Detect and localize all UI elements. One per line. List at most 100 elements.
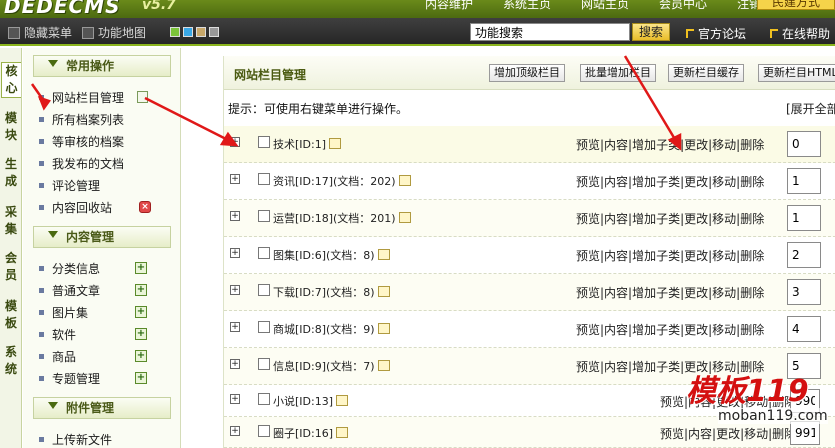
sidebar-item-my-docs[interactable]: 我发布的文档 (39, 155, 124, 172)
sidebar-item-upload[interactable]: 上传新文件 (39, 431, 112, 448)
category-name[interactable]: 下载[ID:7](文档：8) (273, 284, 390, 300)
section-common-ops[interactable]: 常用操作 (33, 55, 171, 77)
expand-icon[interactable]: + (230, 394, 240, 404)
sort-order-input[interactable] (787, 316, 821, 342)
row-checkbox[interactable] (258, 173, 270, 185)
update-html-button[interactable]: 更新栏目HTML (758, 64, 835, 82)
expand-all-link[interactable]: [展开全部 (786, 100, 835, 117)
edit-icon[interactable] (377, 323, 390, 334)
category-name[interactable]: 信息[ID:9](文档：7) (273, 358, 390, 374)
row-actions[interactable]: 预览|内容|更改|移动|删除 (660, 425, 796, 442)
edit-icon[interactable] (398, 212, 411, 223)
expand-icon[interactable]: + (230, 174, 240, 184)
edit-icon[interactable] (336, 427, 349, 438)
section-attachments[interactable]: 附件管理 (33, 397, 171, 419)
sidebar-item-category-manage[interactable]: 网站栏目管理 (39, 89, 124, 106)
sidebar-item-pending-archives[interactable]: 等审核的档案 (39, 133, 124, 150)
sidebar-item-classified[interactable]: 分类信息 (39, 260, 100, 277)
add-icon[interactable]: + (135, 306, 147, 318)
document-icon[interactable] (137, 91, 148, 103)
update-cache-button[interactable]: 更新栏目缓存 (668, 64, 744, 82)
nav-site-home[interactable]: 网站主页 (566, 0, 644, 10)
add-icon[interactable]: + (135, 262, 147, 274)
row-actions[interactable]: 预览|内容|增加子类|更改|移动|删除 (576, 284, 764, 301)
category-name[interactable]: 运营[ID:18](文档：201) (273, 210, 411, 226)
theme-swatch-green[interactable] (170, 27, 180, 37)
category-name[interactable]: 商城[ID:8](文档：9) (273, 321, 390, 337)
expand-icon[interactable]: + (230, 359, 240, 369)
sidebar-item-topics[interactable]: 专题管理 (39, 370, 100, 387)
edit-icon[interactable] (336, 395, 349, 406)
expand-icon[interactable]: + (230, 426, 240, 436)
expand-icon[interactable]: + (230, 211, 240, 221)
edit-icon[interactable] (377, 360, 390, 371)
sidebar-item-products[interactable]: 商品 (39, 348, 76, 365)
row-checkbox[interactable] (258, 136, 270, 148)
sidebar-item-comments[interactable]: 评论管理 (39, 177, 100, 194)
section-content-manage[interactable]: 内容管理 (33, 226, 171, 248)
category-name[interactable]: 技术[ID:1] (273, 136, 342, 152)
sort-order-input[interactable] (787, 279, 821, 305)
batch-add-category-button[interactable]: 批量增加栏目 (580, 64, 656, 82)
forum-link[interactable]: 官方论坛 (686, 25, 746, 42)
nav-system-home[interactable]: 系统主页 (488, 0, 566, 10)
row-checkbox[interactable] (258, 425, 270, 437)
hide-menu-button[interactable]: 隐藏菜单 (8, 24, 72, 41)
tab-collect[interactable]: 采集 (1, 204, 21, 238)
category-name[interactable]: 小说[ID:13] (273, 393, 349, 409)
row-checkbox[interactable] (258, 321, 270, 333)
site-map-button[interactable]: 功能地图 (82, 24, 146, 41)
sort-order-input[interactable] (787, 242, 821, 268)
expand-icon[interactable]: + (230, 137, 240, 147)
row-checkbox[interactable] (258, 210, 270, 222)
highlight-button[interactable]: 民建方式 (757, 0, 835, 10)
sidebar-item-gallery[interactable]: 图片集 (39, 304, 88, 321)
tab-members[interactable]: 会员 (1, 250, 21, 284)
row-checkbox[interactable] (258, 358, 270, 370)
sidebar-item-all-archives[interactable]: 所有档案列表 (39, 111, 124, 128)
clear-recycle-icon[interactable]: × (139, 201, 151, 213)
edit-icon[interactable] (377, 249, 390, 260)
tab-system[interactable]: 系统 (1, 344, 21, 378)
expand-icon[interactable]: + (230, 322, 240, 332)
add-icon[interactable]: + (135, 372, 147, 384)
row-actions[interactable]: 预览|内容|增加子类|更改|移动|删除 (576, 173, 764, 190)
sort-order-input[interactable] (790, 421, 820, 445)
sort-order-input[interactable] (787, 131, 821, 157)
category-name[interactable]: 圈子[ID:16] (273, 425, 349, 441)
row-actions[interactable]: 预览|内容|增加子类|更改|移动|删除 (576, 210, 764, 227)
add-icon[interactable]: + (135, 284, 147, 296)
theme-swatch-gray[interactable] (209, 27, 219, 37)
edit-icon[interactable] (329, 138, 342, 149)
theme-swatch-blue[interactable] (183, 27, 193, 37)
tab-templates[interactable]: 模板 (1, 298, 21, 332)
row-checkbox[interactable] (258, 393, 270, 405)
add-icon[interactable]: + (135, 328, 147, 340)
tab-modules[interactable]: 模块 (1, 110, 21, 144)
expand-icon[interactable]: + (230, 285, 240, 295)
nav-member-center[interactable]: 会员中心 (644, 0, 722, 10)
category-name[interactable]: 图集[ID:6](文档：8) (273, 247, 390, 263)
help-link[interactable]: 在线帮助 (770, 25, 830, 42)
row-actions[interactable]: 预览|内容|增加子类|更改|移动|删除 (576, 321, 764, 338)
category-name[interactable]: 资讯[ID:17](文档：202) (273, 173, 411, 189)
tab-core[interactable]: 核心 (1, 62, 21, 98)
search-input[interactable] (470, 23, 630, 41)
sort-order-input[interactable] (787, 205, 821, 231)
sidebar-item-software[interactable]: 软件 (39, 326, 76, 343)
theme-swatch-tan[interactable] (196, 27, 206, 37)
row-checkbox[interactable] (258, 284, 270, 296)
tab-generate[interactable]: 生成 (1, 156, 21, 190)
sort-order-input[interactable] (787, 168, 821, 194)
row-actions[interactable]: 预览|内容|增加子类|更改|移动|删除 (576, 247, 764, 264)
nav-content-maintain[interactable]: 内容维护 (410, 0, 488, 10)
expand-icon[interactable]: + (230, 248, 240, 258)
sidebar-item-recycle-bin[interactable]: 内容回收站 (39, 199, 112, 216)
sidebar-item-articles[interactable]: 普通文章 (39, 282, 100, 299)
row-checkbox[interactable] (258, 247, 270, 259)
search-button[interactable]: 搜索 (632, 23, 670, 41)
edit-icon[interactable] (398, 175, 411, 186)
add-icon[interactable]: + (135, 350, 147, 362)
row-actions[interactable]: 预览|内容|增加子类|更改|移动|删除 (576, 136, 764, 153)
add-top-category-button[interactable]: 增加顶级栏目 (489, 64, 565, 82)
